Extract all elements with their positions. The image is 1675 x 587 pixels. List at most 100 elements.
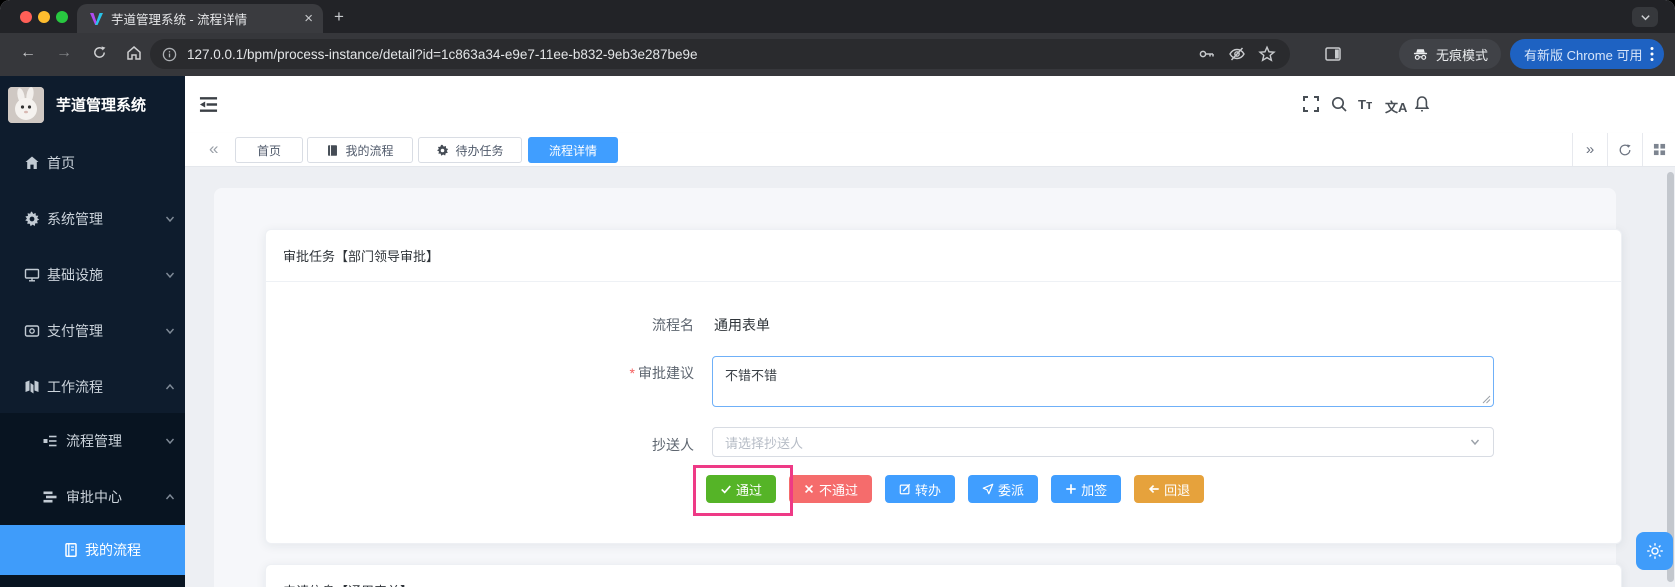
chevron-down-icon	[164, 269, 176, 281]
button-label: 转办	[915, 482, 942, 498]
settings-fab-button[interactable]	[1636, 532, 1673, 570]
opinion-textarea[interactable]: 不错不错	[712, 356, 1494, 407]
main-content: 审批任务【部门领导审批】 流程名 通用表单 审批建议 不错不错 抄送人 请选择抄…	[185, 167, 1675, 587]
transfer-button[interactable]: 转办	[885, 475, 956, 503]
minimize-window-button[interactable]	[38, 11, 50, 23]
font-size-icon[interactable]: Tт	[1358, 97, 1372, 112]
tab-title: 芋道管理系统 - 流程详情	[111, 13, 248, 27]
cc-select[interactable]: 请选择抄送人	[712, 427, 1494, 457]
incognito-badge: 无痕模式	[1399, 39, 1502, 69]
layout-grid-button[interactable]	[1642, 133, 1675, 166]
delegate-button[interactable]: 委派	[968, 475, 1039, 503]
close-icon	[804, 484, 814, 494]
browser-tab[interactable]: 芋道管理系统 - 流程详情 ×	[77, 4, 323, 33]
opinion-value: 不错不错	[725, 368, 778, 383]
menu-fold-icon[interactable]	[198, 95, 219, 114]
password-key-icon[interactable]	[1198, 45, 1216, 63]
page-wrapper: 审批任务【部门领导审批】 流程名 通用表单 审批建议 不错不错 抄送人 请选择抄…	[214, 188, 1622, 587]
scrollbar-thumb[interactable]	[1667, 172, 1674, 582]
approval-task-card: 审批任务【部门领导审批】 流程名 通用表单 审批建议 不错不错 抄送人 请选择抄…	[265, 229, 1622, 544]
address-bar[interactable]: 127.0.0.1/bpm/process-instance/detail?id…	[150, 39, 1290, 69]
gear-icon	[436, 144, 449, 157]
sidebar-item-label: 支付管理	[47, 323, 103, 339]
close-window-button[interactable]	[20, 11, 32, 23]
opinion-label: 审批建议	[574, 363, 694, 383]
bookmark-star-icon[interactable]	[1258, 45, 1276, 63]
tag-process-detail[interactable]: 流程详情	[528, 137, 618, 163]
sidebar-item-label: 工作流程	[47, 379, 103, 395]
arrow-left-icon	[1149, 484, 1159, 494]
sidebar: 芋道管理系统 首页 系统管理 基础设施 支付管理 工作流程 流程管理 审批中心 …	[0, 76, 185, 587]
notebook-icon	[326, 144, 339, 157]
sidebar-item-home[interactable]: 首页	[0, 135, 185, 191]
reject-button[interactable]: 不通过	[789, 475, 873, 503]
workflow-icon	[24, 379, 40, 395]
eye-off-icon[interactable]	[1228, 45, 1246, 63]
browser-tab-strip: 芋道管理系统 - 流程详情 × +	[0, 0, 1675, 33]
app-title: 芋道管理系统	[56, 97, 147, 114]
chevron-down-icon	[1640, 14, 1650, 20]
resize-handle[interactable]	[1482, 395, 1491, 404]
screen: 芋道管理系统 - 流程详情 × + ← → 127.0.0.1/bpm/proc…	[0, 0, 1675, 587]
fullscreen-icon[interactable]	[1302, 95, 1322, 115]
home-icon	[24, 155, 40, 171]
chevron-down-icon	[164, 213, 176, 225]
gear-icon	[1646, 543, 1663, 559]
sidebar-item-my-process[interactable]: 我的流程	[0, 525, 185, 575]
send-icon	[982, 483, 994, 495]
annotation-highlight-box	[693, 465, 793, 516]
chevron-down-icon	[164, 435, 176, 447]
sidebar-item-infra[interactable]: 基础设施	[0, 247, 185, 303]
tag-my-process[interactable]: 我的流程	[307, 137, 413, 163]
new-tab-button[interactable]: +	[334, 8, 344, 25]
sidebar-item-label: 审批中心	[66, 489, 122, 505]
chrome-update-button[interactable]: 有新版 Chrome 可用	[1510, 39, 1665, 69]
tab-search-button[interactable]	[1632, 7, 1658, 27]
stacked-list-icon	[42, 489, 58, 505]
update-label: 有新版 Chrome 可用	[1524, 47, 1643, 63]
sidebar-item-label: 基础设施	[47, 267, 103, 283]
cc-placeholder: 请选择抄送人	[725, 435, 804, 451]
close-tab-icon[interactable]: ×	[304, 11, 313, 26]
return-button[interactable]: 回退	[1134, 475, 1205, 503]
card-title: 审批任务【部门领导审批】	[266, 230, 1621, 282]
tag-label: 待办任务	[455, 143, 504, 158]
site-info-icon[interactable]	[162, 47, 177, 62]
scroll-left-icon[interactable]: «	[209, 137, 218, 161]
plus-icon	[1066, 484, 1076, 494]
sidebar-logo[interactable]: 芋道管理系统	[0, 76, 185, 133]
forward-icon[interactable]: →	[56, 45, 72, 61]
sidebar-item-workflow[interactable]: 工作流程	[0, 359, 185, 415]
home-icon[interactable]	[126, 45, 142, 61]
sidebar-item-process-mgmt[interactable]: 流程管理	[0, 413, 185, 469]
reload-icon[interactable]	[92, 45, 107, 60]
tag-label: 流程详情	[548, 143, 597, 158]
sidebar-item-system[interactable]: 系统管理	[0, 191, 185, 247]
tags-view-bar: « 首页 我的流程 待办任务 流程详情 »	[185, 133, 1675, 167]
tag-label: 首页	[256, 143, 281, 158]
side-panel-icon[interactable]	[1324, 45, 1342, 63]
search-icon[interactable]	[1330, 95, 1350, 115]
add-sign-button[interactable]: 加签	[1051, 475, 1122, 503]
refresh-tag-button[interactable]	[1607, 133, 1642, 166]
sidebar-item-approval-center[interactable]: 审批中心	[0, 469, 185, 525]
tag-home[interactable]: 首页	[235, 137, 303, 163]
language-icon[interactable]: 文A	[1385, 97, 1407, 116]
scroll-right-button[interactable]: »	[1572, 133, 1607, 166]
zoom-window-button[interactable]	[56, 11, 68, 23]
notebook-icon	[63, 542, 79, 558]
sidebar-item-payment[interactable]: 支付管理	[0, 303, 185, 359]
incognito-icon	[1412, 46, 1429, 63]
browser-menu-icon[interactable]	[1650, 46, 1654, 62]
cc-label: 抄送人	[652, 437, 694, 453]
bell-icon[interactable]	[1413, 95, 1433, 115]
payment-icon	[24, 323, 40, 339]
chevron-down-icon	[164, 325, 176, 337]
back-icon[interactable]: ←	[20, 45, 36, 61]
sidebar-item-label: 流程管理	[66, 433, 122, 449]
button-label: 委派	[998, 482, 1025, 498]
app-header: Tт 文A 测试号	[185, 76, 1675, 133]
sidebar-item-label: 系统管理	[47, 211, 103, 227]
tag-todo-tasks[interactable]: 待办任务	[418, 137, 522, 163]
tag-label: 我的流程	[345, 143, 394, 158]
